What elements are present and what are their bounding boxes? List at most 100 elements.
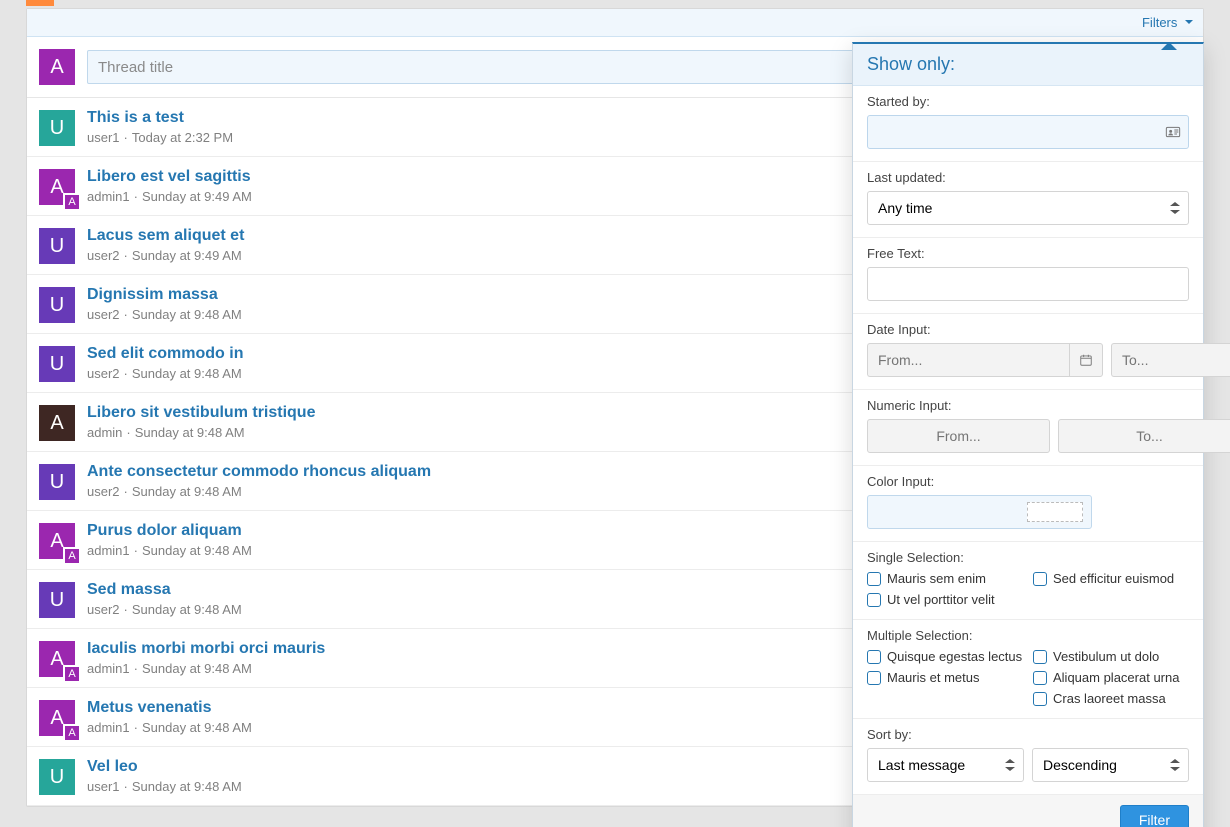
single-selection-label: Single Selection: xyxy=(867,550,1189,565)
date-to-input[interactable] xyxy=(1111,343,1230,377)
option-label: Ut vel porttitor velit xyxy=(887,592,995,607)
separator-dot: · xyxy=(124,307,128,322)
color-input-label: Color Input: xyxy=(867,474,1189,489)
avatar[interactable]: A xyxy=(39,49,75,85)
avatar[interactable]: A xyxy=(39,405,75,441)
thread-author[interactable]: user2 xyxy=(87,366,120,381)
sort-direction-select[interactable]: Descending xyxy=(1032,748,1189,782)
thread-time: Sunday at 9:48 AM xyxy=(132,484,242,499)
checkbox[interactable] xyxy=(1033,692,1047,706)
thread-time: Today at 2:32 PM xyxy=(132,130,233,145)
avatar[interactable]: U xyxy=(39,759,75,795)
started-by-input[interactable] xyxy=(867,115,1189,149)
single-option[interactable]: Sed efficitur euismod xyxy=(1033,571,1189,586)
thread-time: Sunday at 9:48 AM xyxy=(142,543,252,558)
color-swatch xyxy=(1027,502,1083,522)
thread-author[interactable]: admin1 xyxy=(87,189,130,204)
thread-author[interactable]: user2 xyxy=(87,602,120,617)
last-updated-select[interactable]: Any time xyxy=(867,191,1189,225)
top-accent xyxy=(26,0,54,6)
thread-author[interactable]: admin1 xyxy=(87,720,130,735)
checkbox[interactable] xyxy=(1033,650,1047,664)
thread-time: Sunday at 9:48 AM xyxy=(142,661,252,676)
avatar[interactable]: U xyxy=(39,287,75,323)
multi-option[interactable]: Vestibulum ut dolo xyxy=(1033,649,1189,664)
thread-time: Sunday at 9:49 AM xyxy=(132,248,242,263)
popover-arrow xyxy=(1161,34,1177,50)
multiple-selection-group: Quisque egestas lectus Vestibulum ut dolo… xyxy=(867,649,1189,706)
avatar[interactable]: AA xyxy=(39,169,75,205)
option-label: Aliquam placerat urna xyxy=(1053,670,1179,685)
avatar[interactable]: U xyxy=(39,346,75,382)
option-label: Quisque egestas lectus xyxy=(887,649,1022,664)
started-by-label: Started by: xyxy=(867,94,1189,109)
thread-time: Sunday at 9:48 AM xyxy=(132,602,242,617)
multi-option[interactable]: Mauris et metus xyxy=(867,670,1023,685)
contact-card-icon xyxy=(1165,124,1181,140)
avatar[interactable]: U xyxy=(39,464,75,500)
multi-option[interactable]: Quisque egestas lectus xyxy=(867,649,1023,664)
checkbox[interactable] xyxy=(1033,671,1047,685)
separator-dot: · xyxy=(134,543,138,558)
filters-popover: Show only: Started by: Last updated: Any… xyxy=(852,42,1204,827)
separator-dot: · xyxy=(126,425,130,440)
single-selection-group: Mauris sem enim Sed efficitur euismod Ut v… xyxy=(867,571,1189,607)
avatar[interactable]: U xyxy=(39,582,75,618)
thread-author[interactable]: user1 xyxy=(87,130,120,145)
avatar-mini: A xyxy=(63,547,81,565)
date-from-picker-button[interactable] xyxy=(1069,343,1103,377)
avatar[interactable]: AA xyxy=(39,700,75,736)
option-label: Vestibulum ut dolo xyxy=(1053,649,1159,664)
thread-time: Sunday at 9:48 AM xyxy=(135,425,245,440)
popover-footer: Filter xyxy=(853,795,1203,827)
option-label: Mauris et metus xyxy=(887,670,979,685)
avatar[interactable]: AA xyxy=(39,641,75,677)
filters-label: Filters xyxy=(1142,15,1177,30)
color-input[interactable] xyxy=(867,495,1092,529)
free-text-input[interactable] xyxy=(867,267,1189,301)
thread-author[interactable]: user2 xyxy=(87,307,120,322)
thread-author[interactable]: user2 xyxy=(87,248,120,263)
checkbox[interactable] xyxy=(867,572,881,586)
numeric-input-label: Numeric Input: xyxy=(867,398,1189,413)
multi-option[interactable]: Cras laoreet massa xyxy=(1033,691,1189,706)
multiple-selection-label: Multiple Selection: xyxy=(867,628,1189,643)
filter-button[interactable]: Filter xyxy=(1120,805,1189,827)
separator-dot: · xyxy=(124,248,128,263)
option-label: Cras laoreet massa xyxy=(1053,691,1166,706)
date-from-input[interactable] xyxy=(867,343,1069,377)
numeric-to-input[interactable] xyxy=(1058,419,1230,453)
single-option[interactable]: Ut vel porttitor velit xyxy=(867,592,1023,607)
filter-button-label: Filter xyxy=(1139,812,1170,827)
filters-toggle[interactable]: Filters xyxy=(1142,15,1193,30)
thread-time: Sunday at 9:48 AM xyxy=(132,779,242,794)
multi-option[interactable]: Aliquam placerat urna xyxy=(1033,670,1189,685)
single-option[interactable]: Mauris sem enim xyxy=(867,571,1023,586)
free-text-label: Free Text: xyxy=(867,246,1189,261)
filter-bar: Filters xyxy=(27,9,1203,37)
last-updated-label: Last updated: xyxy=(867,170,1189,185)
checkbox[interactable] xyxy=(1033,572,1047,586)
separator-dot: · xyxy=(134,720,138,735)
sort-by-label: Sort by: xyxy=(867,727,1189,742)
thread-author[interactable]: user2 xyxy=(87,484,120,499)
option-label: Sed efficitur euismod xyxy=(1053,571,1174,586)
separator-dot: · xyxy=(134,661,138,676)
thread-author[interactable]: admin xyxy=(87,425,122,440)
avatar-letter: A xyxy=(50,56,63,79)
thread-author[interactable]: user1 xyxy=(87,779,120,794)
separator-dot: · xyxy=(124,484,128,499)
numeric-from-input[interactable] xyxy=(867,419,1050,453)
checkbox[interactable] xyxy=(867,593,881,607)
thread-author[interactable]: admin1 xyxy=(87,543,130,558)
thread-time: Sunday at 9:49 AM xyxy=(142,189,252,204)
sort-field-select[interactable]: Last message xyxy=(867,748,1024,782)
separator-dot: · xyxy=(134,189,138,204)
thread-author[interactable]: admin1 xyxy=(87,661,130,676)
avatar[interactable]: U xyxy=(39,228,75,264)
avatar[interactable]: AA xyxy=(39,523,75,559)
checkbox[interactable] xyxy=(867,671,881,685)
checkbox[interactable] xyxy=(867,650,881,664)
avatar[interactable]: U xyxy=(39,110,75,146)
popover-header: Show only: xyxy=(853,44,1203,86)
